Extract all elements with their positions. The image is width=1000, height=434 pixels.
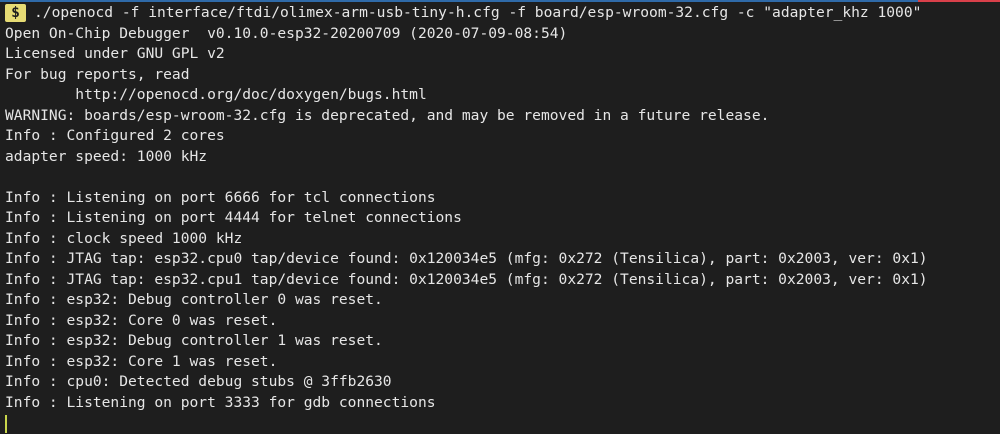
output-line: Info : esp32: Core 0 was reset. — [5, 311, 278, 329]
output-line: Info : esp32: Debug controller 0 was res… — [5, 291, 383, 308]
output-line: Info : JTAG tap: esp32.cpu1 tap/device f… — [5, 270, 928, 288]
output-line: For bug reports, read — [5, 65, 190, 83]
window-top-bar-blue — [0, 0, 918, 2]
output-line: Info : esp32: Core 1 was reset. — [5, 352, 278, 370]
output-line: Info : Listening on port 3333 for gdb co… — [5, 393, 436, 411]
window-top-bar-red — [918, 0, 1000, 2]
output-line: WARNING: boards/esp-wroom-32.cfg is depr… — [5, 106, 770, 124]
output-line: Licensed under GNU GPL v2 — [5, 45, 225, 62]
output-line: http://openocd.org/doc/doxygen/bugs.html — [5, 86, 427, 103]
output-line: Info : Configured 2 cores — [5, 127, 225, 144]
terminal-output[interactable]: $ ./openocd -f interface/ftdi/olimex-arm… — [5, 3, 995, 433]
terminal-cursor — [5, 415, 7, 433]
command-text: ./openocd -f interface/ftdi/olimex-arm-u… — [34, 4, 922, 21]
output-line: Info : clock speed 1000 kHz — [5, 229, 243, 247]
output-line: Open On-Chip Debugger v0.10.0-esp32-2020… — [5, 24, 568, 42]
output-line: Info : JTAG tap: esp32.cpu0 tap/device f… — [5, 250, 928, 267]
output-line: Info : esp32: Debug controller 1 was res… — [5, 332, 383, 349]
output-line: Info : Listening on port 4444 for telnet… — [5, 209, 462, 226]
prompt-symbol: $ — [5, 4, 26, 23]
output-line: Info : Listening on port 6666 for tcl co… — [5, 188, 436, 206]
output-line: Info : cpu0: Detected debug stubs @ 3ffb… — [5, 373, 392, 390]
command-line: $ ./openocd -f interface/ftdi/olimex-arm… — [5, 3, 995, 24]
output-line: adapter speed: 1000 kHz — [5, 147, 208, 165]
